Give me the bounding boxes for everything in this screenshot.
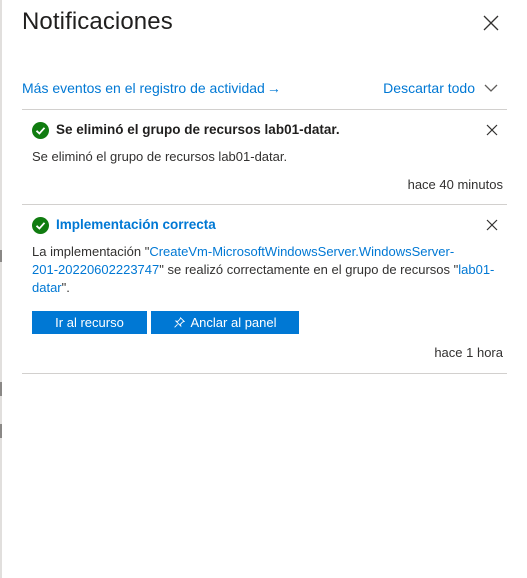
close-icon[interactable] (486, 124, 498, 136)
resource-group-link[interactable]: datar (32, 280, 62, 295)
pin-to-dashboard-button[interactable]: Anclar al panel (151, 311, 299, 334)
pin-to-dashboard-label: Anclar al panel (190, 315, 277, 330)
notifications-panel: Notificaciones Más eventos en el registr… (2, 0, 527, 578)
notification-body-line: datar". (32, 279, 507, 297)
panel-title: Notificaciones (22, 8, 173, 35)
divider (22, 373, 507, 374)
notification-time: hace 40 minutos (407, 177, 503, 192)
divider (22, 204, 507, 205)
deployment-link[interactable]: CreateVm-MicrosoftWindowsServer.WindowsS… (149, 244, 454, 259)
close-icon[interactable] (486, 219, 498, 231)
notification-title: Se eliminó el grupo de recursos lab01-da… (56, 122, 340, 137)
notification-body: Se eliminó el grupo de recursos lab01-da… (32, 149, 288, 164)
close-icon[interactable] (482, 14, 500, 32)
body-text: La implementación " (32, 244, 150, 259)
notification-body: La implementación "CreateVm-MicrosoftWin… (32, 243, 507, 297)
activity-log-link-label: Más eventos en el registro de actividad (22, 80, 265, 96)
pin-icon (173, 317, 185, 328)
go-to-resource-button[interactable]: Ir al recurso (32, 311, 147, 334)
body-text: " se realizó correctamente en el grupo d… (159, 262, 459, 277)
deployment-link[interactable]: 201-20220602223747 (32, 262, 159, 277)
arrow-right-icon: → (266, 80, 281, 96)
success-check-icon (32, 122, 49, 139)
activity-log-link[interactable]: Más eventos en el registro de actividad → (22, 80, 281, 96)
notification-body-line: 201-20220602223747" se realizó correctam… (32, 261, 507, 279)
notification-time: hace 1 hora (434, 345, 503, 360)
dismiss-all-button[interactable]: Descartar todo (383, 80, 475, 96)
chevron-down-icon[interactable] (483, 80, 499, 96)
divider (22, 109, 507, 110)
resource-group-link[interactable]: lab01- (458, 262, 494, 277)
success-check-icon (32, 217, 49, 234)
body-text: ". (61, 280, 70, 295)
notification-body-line: La implementación "CreateVm-MicrosoftWin… (32, 243, 507, 261)
notification-title-link[interactable]: Implementación correcta (56, 217, 216, 232)
